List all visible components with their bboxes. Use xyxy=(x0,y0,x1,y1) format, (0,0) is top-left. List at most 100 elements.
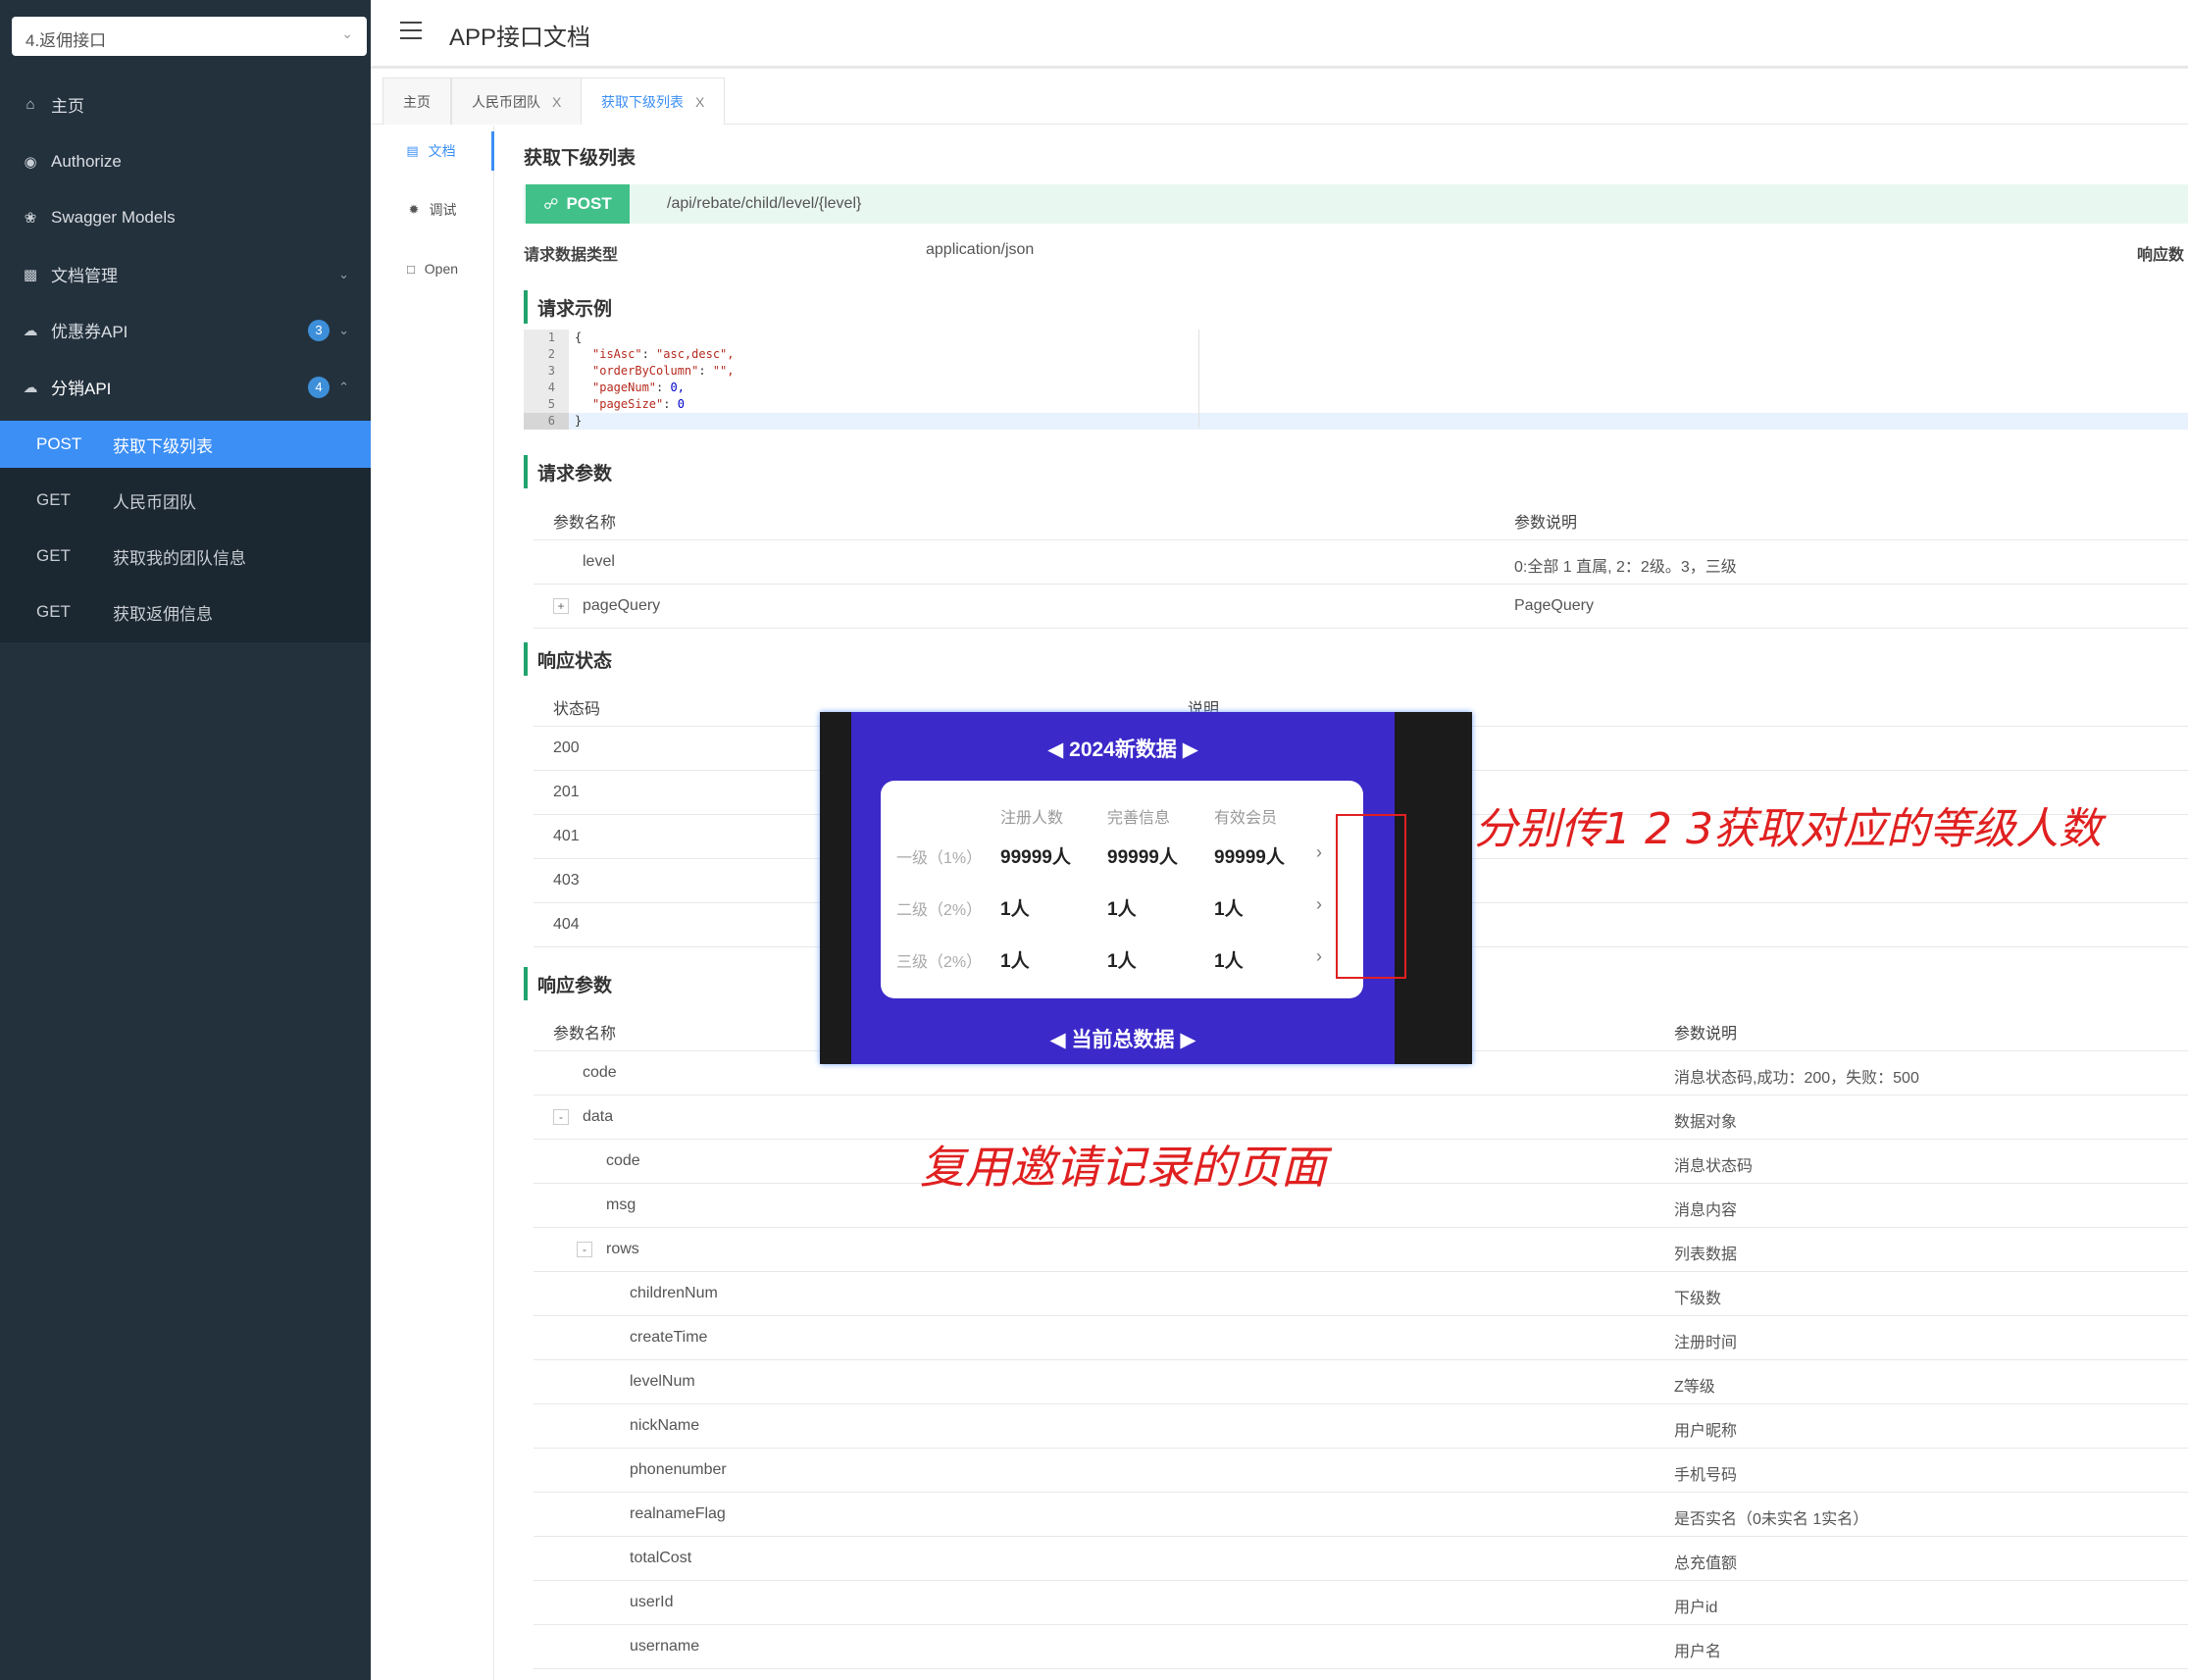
code-line: { xyxy=(575,331,583,344)
table-row: totalCost 总充值额 xyxy=(534,1537,2188,1581)
tab-rmb-team[interactable]: 人民币团队 X xyxy=(451,77,583,125)
status-code: 201 xyxy=(553,784,580,800)
tab-home[interactable]: 主页 xyxy=(382,77,451,125)
code-line: "isAsc": "asc,desc", xyxy=(592,347,735,361)
sidebar-item-distribution-api[interactable]: ☁ 分销API 4 ⌃ xyxy=(0,359,371,415)
annotation-text: 复用邀请记录的页面 xyxy=(920,1141,1326,1194)
sidebar-item-authorize[interactable]: ◉ Authorize xyxy=(0,133,371,189)
table-row: msg 消息内容 xyxy=(534,1184,2188,1228)
code-value: "asc,desc", xyxy=(656,347,735,361)
cloud-icon: ☁ xyxy=(23,379,38,396)
code-line: } xyxy=(575,414,583,428)
file-icon: □ xyxy=(406,261,415,277)
chevron-up-icon: ⌃ xyxy=(338,379,349,394)
code-line: "pageSize": 0 xyxy=(592,397,685,411)
method-label: GET xyxy=(36,490,71,509)
expand-toggle[interactable]: + xyxy=(553,598,569,614)
sidebar-item-label: 分销API xyxy=(51,380,112,398)
level-label: 三级（2%） xyxy=(896,954,983,971)
sidebar-subitem-rebate-info[interactable]: GET 获取返佣信息 xyxy=(0,588,371,636)
table-row: level 0:全部 1 直属, 2：2级。3，三级 xyxy=(534,540,2188,585)
column-header: 注册人数 xyxy=(1000,810,1064,827)
sidebar-item-home[interactable]: ⌂ 主页 xyxy=(0,76,371,132)
table-row: phonenumber 手机号码 xyxy=(534,1449,2188,1493)
table-row: - rows 列表数据 xyxy=(534,1228,2188,1272)
table-row: userId 用户id xyxy=(534,1581,2188,1625)
stat-value: 99999人 xyxy=(1214,847,1285,868)
stat-value: 1人 xyxy=(1000,899,1030,920)
param-desc: 列表数据 xyxy=(1674,1247,1738,1263)
param-name: pageQuery xyxy=(583,597,661,614)
menu-toggle-icon[interactable] xyxy=(400,22,422,41)
section-response-status: 响应状态 xyxy=(524,642,612,676)
method-label: POST xyxy=(566,194,612,213)
method-label: GET xyxy=(36,602,71,621)
sidebar-item-swagger-models[interactable]: ❀ Swagger Models xyxy=(0,189,371,245)
group-select[interactable]: 4.返佣接口 ⌄ xyxy=(12,17,367,56)
param-desc: Z等级 xyxy=(1674,1379,1715,1396)
stats-bottom-title: ◀ 当前总数据 ▶ xyxy=(1049,1029,1196,1051)
endpoint-bar: ☍ POST /api/rebate/child/level/{level} xyxy=(524,184,2188,224)
param-desc: 用户名 xyxy=(1674,1644,1722,1660)
doc-nav-doc[interactable]: ▤ 文档 xyxy=(371,131,494,171)
sidebar-item-label: Swagger Models xyxy=(51,207,176,227)
print-margin xyxy=(1198,330,1199,428)
code-value: 0, xyxy=(670,381,685,394)
sidebar-item-coupon-api[interactable]: ☁ 优惠券API 3 ⌄ xyxy=(0,302,371,358)
tab-label: 人民币团队 xyxy=(472,93,540,110)
sidebar-subitem-rmb-team[interactable]: GET 人民币团队 xyxy=(0,477,371,524)
code-key: "pageSize" xyxy=(592,397,664,411)
line-number: 4 xyxy=(547,381,555,394)
response-type-label: 响应数 xyxy=(2137,247,2185,264)
param-name: userId xyxy=(630,1594,674,1610)
sidebar-subitem-get-child-list[interactable]: POST 获取下级列表 xyxy=(0,421,371,468)
method-label: POST xyxy=(36,434,82,453)
code-line: "orderByColumn": "", xyxy=(592,364,735,378)
column-header: 参数说明 xyxy=(1514,515,1578,532)
expand-toggle[interactable]: - xyxy=(577,1242,592,1257)
section-response-params: 响应参数 xyxy=(524,967,612,1000)
method-badge: ☍ POST xyxy=(526,184,630,224)
stat-value: 1人 xyxy=(1107,899,1137,920)
doc-nav-open[interactable]: □ Open xyxy=(371,249,494,288)
param-desc: 注册时间 xyxy=(1674,1335,1738,1351)
header: APP接口文档 xyxy=(371,0,2188,69)
chevron-right-icon[interactable]: › xyxy=(1316,894,1322,915)
tab-get-child-list[interactable]: 获取下级列表 X xyxy=(581,77,726,125)
sidebar-item-label: Authorize xyxy=(51,151,122,171)
sidebar-subitem-my-team-info[interactable]: GET 获取我的团队信息 xyxy=(0,533,371,580)
doc-nav: ▤ 文档 ✹ 调试 □ Open xyxy=(371,126,494,1680)
chevron-right-icon[interactable]: › xyxy=(1316,946,1322,967)
param-desc: 下级数 xyxy=(1674,1291,1722,1307)
level-label: 一级（1%） xyxy=(896,850,983,867)
section-title: 响应参数 xyxy=(537,975,613,996)
code-editor[interactable]: 1 2 3 4 5 6 { "isAsc": "asc,desc", "orde… xyxy=(524,330,2188,430)
param-name: level xyxy=(583,553,615,570)
param-name: username xyxy=(630,1638,700,1655)
section-request-example: 请求示例 xyxy=(524,290,612,324)
status-code: 403 xyxy=(553,872,580,889)
chevron-right-icon[interactable]: › xyxy=(1316,842,1322,863)
column-header: 参数名称 xyxy=(553,1026,617,1043)
line-number: 3 xyxy=(547,364,555,378)
lock-icon: ◉ xyxy=(24,153,37,171)
table-row: childrenNum 下级数 xyxy=(534,1272,2188,1316)
sidebar-item-doc-manage[interactable]: ▩ 文档管理 ⌄ xyxy=(0,246,371,302)
close-icon[interactable]: X xyxy=(695,94,704,110)
close-icon[interactable]: X xyxy=(552,94,561,110)
doc-nav-debug[interactable]: ✹ 调试 xyxy=(371,190,494,229)
highlight-box xyxy=(1336,814,1406,979)
level-label: 二级（2%） xyxy=(896,902,983,919)
param-name: totalCost xyxy=(630,1550,692,1566)
param-name: data xyxy=(583,1108,614,1125)
sidebar-item-label: 主页 xyxy=(51,97,84,116)
param-desc: 总充值额 xyxy=(1674,1555,1738,1572)
sidebar-subitem-label: 获取返佣信息 xyxy=(113,604,213,624)
settings-icon: ❀ xyxy=(24,209,37,227)
table-row: nickName 用户昵称 xyxy=(534,1404,2188,1449)
stats-title-text: 2024新数据 xyxy=(1069,738,1177,761)
expand-toggle[interactable]: - xyxy=(553,1109,569,1125)
param-desc: 消息状态码 xyxy=(1674,1158,1754,1175)
count-badge: 3 xyxy=(308,319,330,341)
tab-bar: 主页 人民币团队 X 获取下级列表 X xyxy=(371,74,2188,125)
